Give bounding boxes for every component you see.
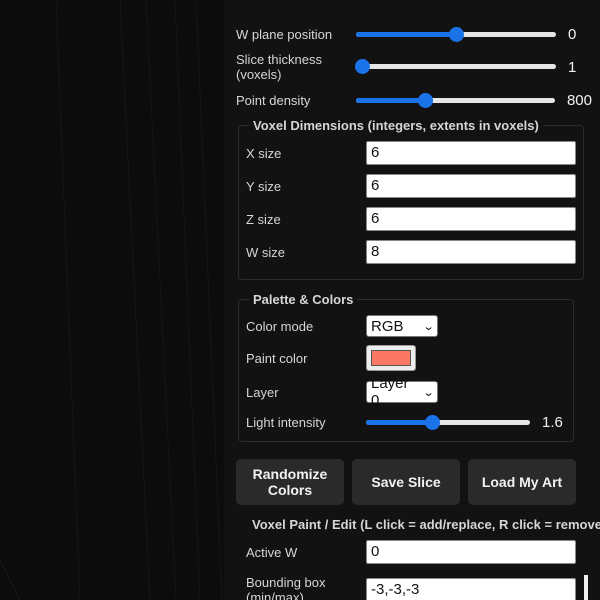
z-size-row: Z size 6 — [246, 207, 576, 231]
slider-thumb[interactable] — [449, 26, 464, 42]
canvas-faint-lines — [0, 0, 223, 600]
active-w-label: Active W — [246, 544, 298, 560]
paint-color-swatch — [371, 350, 411, 366]
randomize-colors-button[interactable]: Randomize Colors — [236, 459, 344, 505]
w-size-row: W size 8 — [246, 240, 576, 264]
color-mode-value: RGB — [371, 317, 404, 335]
slice-thickness-value: 1 — [568, 58, 577, 76]
x-size-label: X size — [246, 145, 282, 161]
slice-thickness-label-line2: (voxels) — [236, 67, 282, 82]
slider-thumb[interactable] — [418, 92, 434, 108]
render-canvas[interactable] — [0, 0, 224, 600]
slider-thumb[interactable] — [355, 59, 370, 74]
save-slice-button[interactable]: Save Slice — [352, 459, 460, 505]
point-density-slider-row: Point density 800 — [236, 92, 592, 109]
layer-value: Layer 0 — [371, 375, 409, 409]
slider-thumb[interactable] — [424, 414, 440, 430]
w-plane-label: W plane position — [236, 27, 333, 42]
active-w-input[interactable]: 0 — [366, 540, 576, 564]
color-mode-select[interactable]: RGB ⌄ — [366, 315, 438, 337]
layer-label: Layer — [246, 384, 279, 400]
w-size-input[interactable]: 8 — [366, 240, 576, 264]
color-mode-label: Color mode — [246, 318, 314, 334]
bounding-box-label-line1: Bounding box — [246, 575, 326, 590]
control-panel: W plane position 0 Slice thickness (voxe… — [224, 0, 600, 600]
paint-color-picker[interactable] — [366, 345, 416, 371]
load-my-art-button[interactable]: Load My Art — [468, 459, 576, 505]
point-density-label: Point density — [236, 93, 311, 108]
palette-colors-legend: Palette & Colors — [253, 292, 354, 307]
y-size-row: Y size 6 — [246, 174, 576, 198]
slider-fill — [366, 419, 432, 425]
z-size-label: Z size — [246, 211, 281, 227]
w-plane-slider[interactable] — [356, 26, 556, 43]
slice-thickness-label: Slice thickness (voxels) — [236, 52, 356, 82]
slider-fill — [355, 97, 426, 103]
active-w-row: Active W 0 — [246, 540, 576, 564]
bounding-box-label: Bounding box (min/max) — [246, 575, 366, 600]
w-plane-slider-row: W plane position 0 — [236, 26, 592, 43]
layer-row: Layer Layer 0 ⌄ — [246, 375, 576, 409]
paint-color-row: Paint color — [246, 345, 576, 371]
light-intensity-slider[interactable] — [366, 414, 530, 431]
w-size-label: W size — [246, 244, 285, 260]
z-size-input[interactable]: 6 — [366, 207, 576, 231]
voxel-paint-title: Voxel Paint / Edit (L click = add/replac… — [252, 517, 600, 532]
bounding-box-label-line2: (min/max) — [246, 590, 304, 600]
slice-thickness-slider-row: Slice thickness (voxels) 1 — [236, 52, 592, 82]
slice-thickness-label-line1: Slice thickness — [236, 52, 322, 67]
color-mode-row: Color mode RGB ⌄ — [246, 315, 576, 337]
point-density-slider[interactable] — [355, 92, 555, 109]
layer-select[interactable]: Layer 0 ⌄ — [366, 375, 438, 409]
light-intensity-row: Light intensity 1.6 — [246, 414, 592, 431]
y-size-label: Y size — [246, 178, 282, 194]
voxel-dimensions-legend: Voxel Dimensions (integers, extents in v… — [253, 118, 539, 133]
chevron-down-icon: ⌄ — [422, 320, 435, 333]
slider-fill — [356, 31, 456, 37]
bounding-box-input-secondary[interactable] — [584, 575, 588, 600]
y-size-input[interactable]: 6 — [366, 174, 576, 198]
chevron-down-icon: ⌄ — [422, 386, 435, 399]
w-plane-value: 0 — [568, 26, 577, 43]
x-size-input[interactable]: 6 — [366, 141, 576, 165]
x-size-row: X size 6 — [246, 141, 576, 165]
light-intensity-value: 1.6 — [542, 414, 563, 431]
bounding-box-input[interactable]: -3,-3,-3 — [366, 578, 576, 600]
bounding-box-row: Bounding box (min/max) -3,-3,-3 — [246, 575, 576, 600]
paint-color-label: Paint color — [246, 350, 308, 366]
slice-thickness-slider[interactable] — [355, 59, 556, 75]
point-density-value: 800 — [566, 92, 592, 109]
slider-track — [356, 64, 556, 69]
light-intensity-label: Light intensity — [246, 415, 326, 430]
